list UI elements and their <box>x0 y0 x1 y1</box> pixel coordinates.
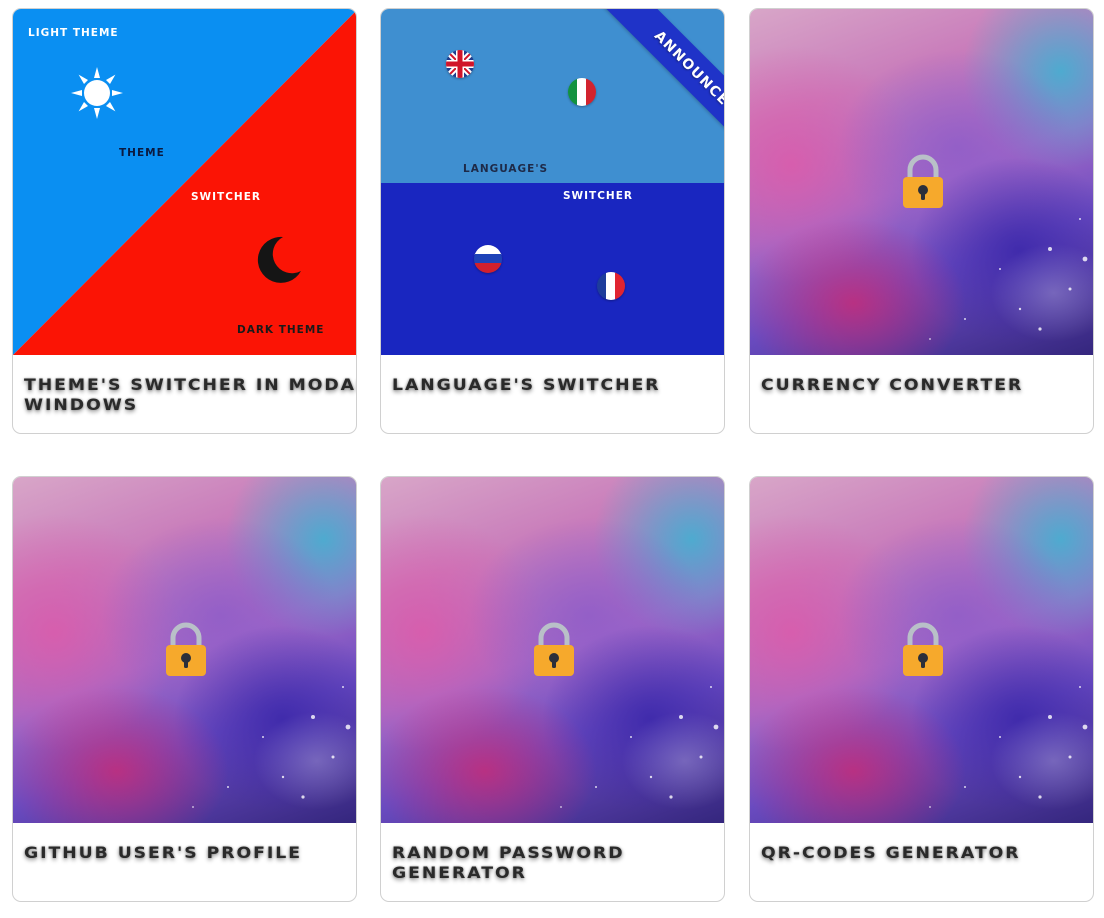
ribbon-label: ANNOUNCED <box>650 27 725 119</box>
lock-icon <box>903 622 943 676</box>
russia-flag-icon <box>474 245 502 273</box>
france-flag-icon <box>597 272 625 300</box>
uk-flag-icon <box>446 50 474 78</box>
project-title: THEME'S SWITCHER IN MODAL WINDOWS <box>24 375 357 414</box>
project-thumbnail-locked <box>750 477 1093 823</box>
project-card-language-switcher[interactable]: ANNOUNCED LANGUAGE'S SWITCHER LANGUAGE'S… <box>380 8 725 434</box>
project-thumbnail-locked <box>750 9 1093 355</box>
project-title: RANDOM PASSWORD GENERATOR <box>392 843 625 882</box>
project-title: QR-CODES GENERATOR <box>761 843 1021 862</box>
languages-word: LANGUAGE'S <box>463 163 549 175</box>
project-title: LANGUAGE'S SWITCHER <box>392 375 661 394</box>
project-thumbnail-locked <box>381 477 724 823</box>
project-thumbnail: ANNOUNCED LANGUAGE'S SWITCHER <box>381 9 725 355</box>
project-card-password-generator[interactable]: RANDOM PASSWORD GENERATOR <box>380 476 725 902</box>
project-thumbnail-locked <box>13 477 356 823</box>
lock-icon <box>534 622 574 676</box>
theme-word: THEME <box>119 147 165 159</box>
project-title: CURRENCY CONVERTER <box>761 375 1024 394</box>
project-card-currency-converter[interactable]: CURRENCY CONVERTER <box>749 8 1094 434</box>
project-card-qr-generator[interactable]: QR-CODES GENERATOR <box>749 476 1094 902</box>
moon-icon <box>257 236 301 283</box>
project-thumbnail: LIGHT THEME THEME SWITCHER DARK THEME <box>13 9 356 355</box>
switcher-word: SWITCHER <box>563 190 633 202</box>
sun-icon <box>71 67 123 119</box>
project-title: GITHUB USER'S PROFILE <box>24 843 302 862</box>
lock-icon <box>166 622 206 676</box>
project-card-github-profile[interactable]: GITHUB USER'S PROFILE <box>12 476 357 902</box>
lock-icon <box>903 154 943 208</box>
project-card-theme-switcher[interactable]: LIGHT THEME THEME SWITCHER DARK THEME TH… <box>12 8 357 434</box>
dark-theme-label: DARK THEME <box>237 324 325 336</box>
light-theme-label: LIGHT THEME <box>28 27 119 39</box>
projects-grid: LIGHT THEME THEME SWITCHER DARK THEME TH… <box>0 0 1104 918</box>
italy-flag-icon <box>568 78 596 106</box>
switcher-word: SWITCHER <box>191 191 261 203</box>
